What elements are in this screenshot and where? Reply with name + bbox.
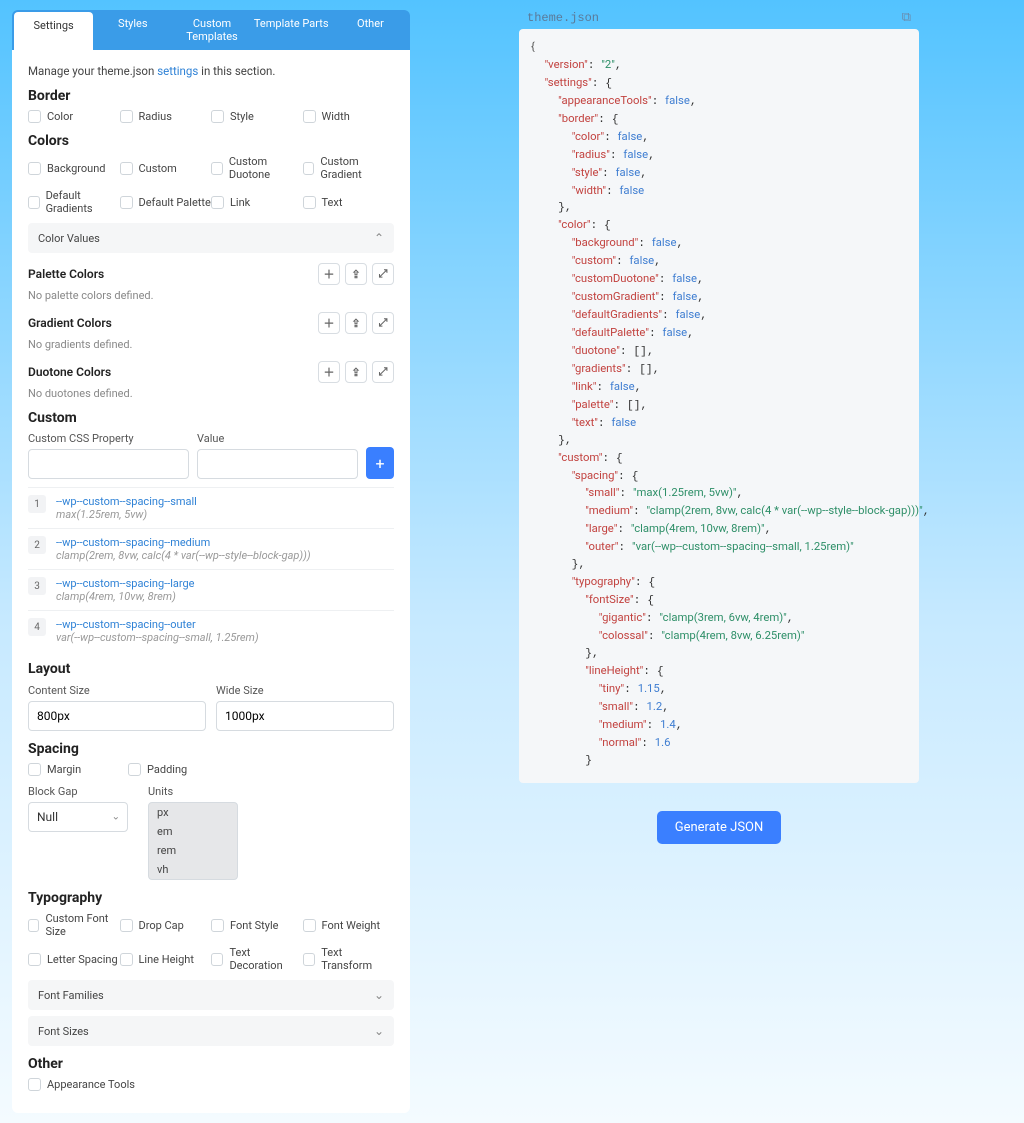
json-output: { "version": "2", "settings": { "appeara… [519, 29, 919, 783]
content-size-label: Content Size [28, 684, 90, 697]
duotone-title: Duotone Colors [28, 365, 111, 379]
wide-size-input[interactable] [216, 701, 394, 731]
typography-title: Typography [28, 890, 394, 906]
chk-color-background[interactable]: Background [28, 155, 120, 181]
tab-settings[interactable]: Settings [14, 12, 93, 50]
chk-text-decoration[interactable]: Text Decoration [211, 946, 303, 972]
palette-title: Palette Colors [28, 267, 104, 281]
chk-color-custom-gradient[interactable]: Custom Gradient [303, 155, 395, 181]
tabs: Settings Styles Custom Templates Templat… [12, 10, 410, 50]
custom-row: 4--wp--custom--spacing--outervar(--wp--c… [28, 610, 394, 651]
block-gap-label: Block Gap [28, 785, 78, 798]
custom-prop-input[interactable] [28, 449, 189, 479]
tab-custom-templates[interactable]: Custom Templates [172, 10, 251, 50]
chk-color-default-palette[interactable]: Default Palette [120, 189, 212, 215]
chk-custom-font-size[interactable]: Custom Font Size [28, 912, 120, 938]
gradient-add-button[interactable]: ＋ [318, 312, 340, 334]
custom-add-button[interactable]: + [366, 447, 394, 479]
chk-margin[interactable]: Margin [28, 763, 128, 776]
color-values-accordion[interactable]: Color Values⌃ [28, 223, 394, 253]
chk-border-radius[interactable]: Radius [120, 110, 212, 123]
chk-color-link[interactable]: Link [211, 189, 303, 215]
border-title: Border [28, 88, 394, 104]
tab-styles[interactable]: Styles [93, 10, 172, 50]
custom-row: 2--wp--custom--spacing--mediumclamp(2rem… [28, 528, 394, 569]
chevron-down-icon: ⌄ [374, 988, 384, 1002]
chk-border-color[interactable]: Color [28, 110, 120, 123]
custom-title: Custom [28, 410, 394, 426]
settings-panel: Manage your theme.json settings in this … [12, 50, 410, 1113]
intro-text: Manage your theme.json settings in this … [28, 64, 394, 78]
tab-template-parts[interactable]: Template Parts [252, 10, 331, 50]
settings-link[interactable]: settings [157, 64, 198, 78]
font-sizes-accordion[interactable]: Font Sizes⌄ [28, 1016, 394, 1046]
font-families-accordion[interactable]: Font Families⌄ [28, 980, 394, 1010]
custom-row: 1--wp--custom--spacing--smallmax(1.25rem… [28, 487, 394, 528]
palette-expand-button[interactable]: ⤢ [372, 263, 394, 285]
chk-font-weight[interactable]: Font Weight [303, 912, 395, 938]
custom-row: 3--wp--custom--spacing--largeclamp(4rem,… [28, 569, 394, 610]
units-label: Units [148, 785, 173, 798]
spacing-title: Spacing [28, 741, 394, 757]
custom-val-label: Value [197, 432, 358, 445]
layout-title: Layout [28, 661, 394, 677]
chk-drop-cap[interactable]: Drop Cap [120, 912, 212, 938]
duotone-upload-button[interactable]: ⇪ [345, 361, 367, 383]
chk-padding[interactable]: Padding [128, 763, 228, 776]
chk-font-style[interactable]: Font Style [211, 912, 303, 938]
chk-text-transform[interactable]: Text Transform [303, 946, 395, 972]
duotone-add-button[interactable]: ＋ [318, 361, 340, 383]
gradient-upload-button[interactable]: ⇪ [345, 312, 367, 334]
tab-other[interactable]: Other [331, 10, 410, 50]
chk-border-width[interactable]: Width [303, 110, 395, 123]
chk-color-default-gradients[interactable]: Default Gradients [28, 189, 120, 215]
duotone-expand-button[interactable]: ⤢ [372, 361, 394, 383]
copy-icon[interactable]: ⧉ [902, 10, 911, 25]
duotone-empty: No duotones defined. [28, 387, 394, 400]
file-name: theme.json [527, 11, 599, 25]
palette-upload-button[interactable]: ⇪ [345, 263, 367, 285]
colors-title: Colors [28, 133, 394, 149]
wide-size-label: Wide Size [216, 684, 264, 697]
units-listbox[interactable]: pxemremvh [148, 802, 238, 880]
chevron-down-icon: ⌄ [374, 1024, 384, 1038]
palette-empty: No palette colors defined. [28, 289, 394, 302]
gradient-empty: No gradients defined. [28, 338, 394, 351]
chevron-down-icon: ⌄ [112, 812, 120, 823]
chk-border-style[interactable]: Style [211, 110, 303, 123]
chk-letter-spacing[interactable]: Letter Spacing [28, 946, 120, 972]
other-title: Other [28, 1056, 394, 1072]
chevron-up-icon: ⌃ [374, 231, 384, 245]
gradient-title: Gradient Colors [28, 316, 112, 330]
palette-add-button[interactable]: ＋ [318, 263, 340, 285]
chk-color-custom-duotone[interactable]: Custom Duotone [211, 155, 303, 181]
custom-val-input[interactable] [197, 449, 358, 479]
chk-line-height[interactable]: Line Height [120, 946, 212, 972]
gradient-expand-button[interactable]: ⤢ [372, 312, 394, 334]
chk-appearance-tools[interactable]: Appearance Tools [28, 1078, 394, 1091]
chk-color-custom[interactable]: Custom [120, 155, 212, 181]
generate-json-button[interactable]: Generate JSON [657, 811, 782, 844]
chk-color-text[interactable]: Text [303, 189, 395, 215]
custom-prop-label: Custom CSS Property [28, 432, 189, 445]
content-size-input[interactable] [28, 701, 206, 731]
